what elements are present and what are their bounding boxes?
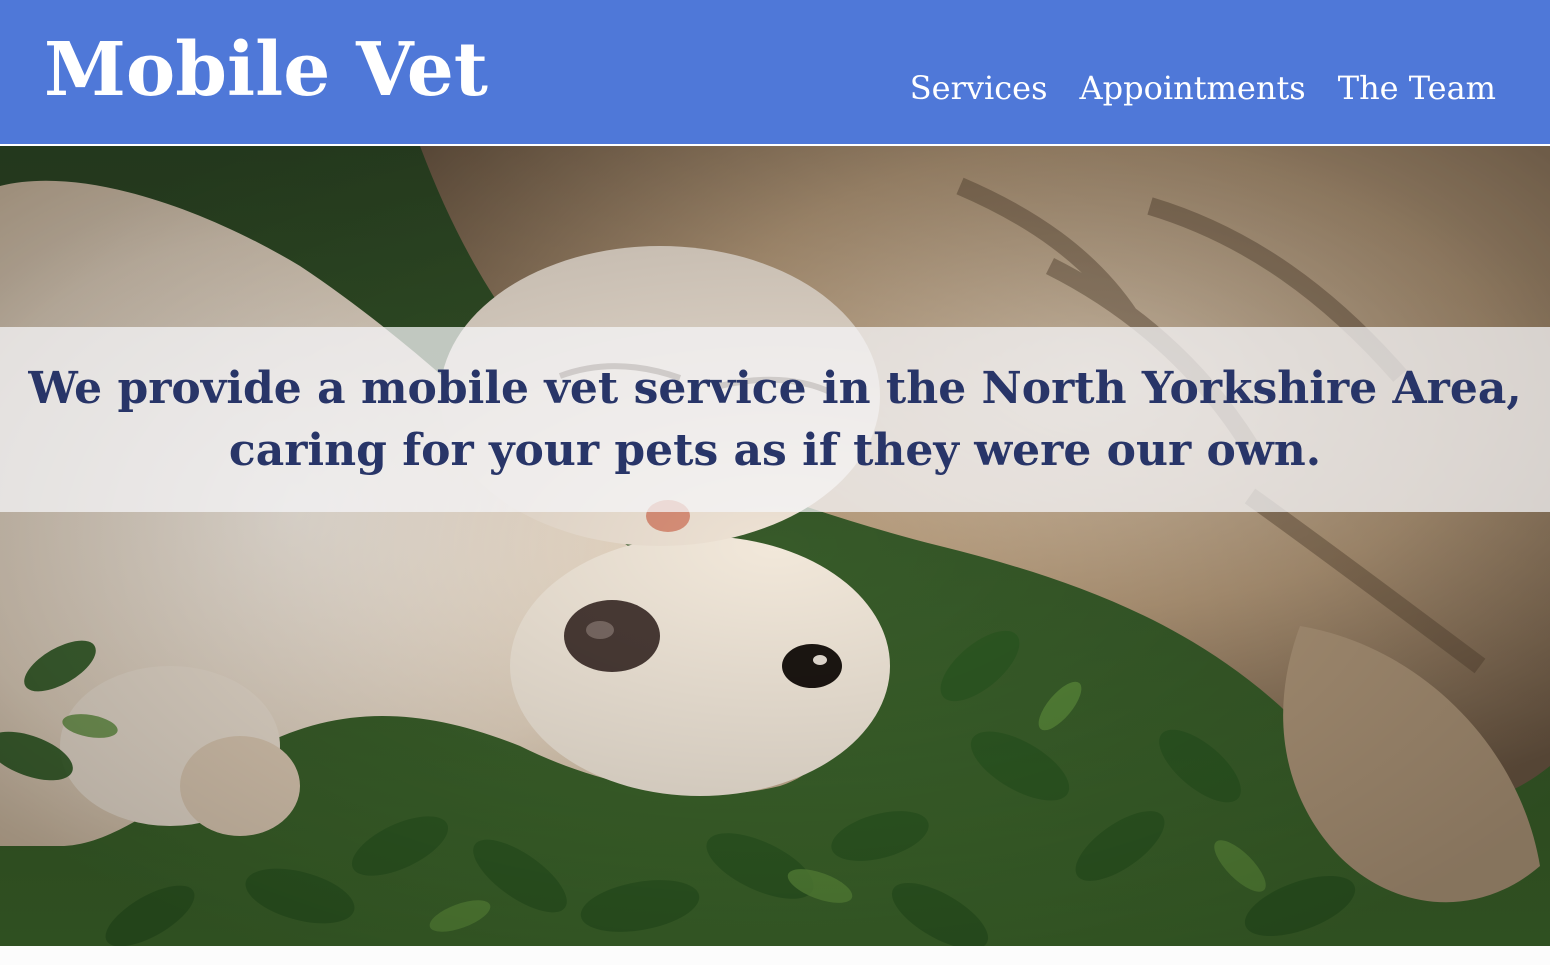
nav-link-the-team[interactable]: The Team: [1338, 66, 1496, 110]
page-bottom-strip: [0, 946, 1550, 965]
hero-tagline-line1: We provide a mobile vet service in the N…: [28, 362, 1522, 414]
main-nav: Services Appointments The Team: [910, 66, 1496, 110]
nav-link-appointments[interactable]: Appointments: [1080, 66, 1306, 110]
nav-link-services[interactable]: Services: [910, 66, 1048, 110]
hero-tagline: We provide a mobile vet service in the N…: [28, 358, 1521, 482]
hero-image: [0, 146, 1550, 946]
site-logo[interactable]: Mobile Vet: [44, 24, 488, 116]
hero-banner: We provide a mobile vet service in the N…: [0, 327, 1550, 512]
site-header: Mobile Vet Services Appointments The Tea…: [0, 0, 1550, 146]
hero-section: We provide a mobile vet service in the N…: [0, 146, 1550, 946]
hero-tagline-line2: caring for your pets as if they were our…: [228, 424, 1322, 476]
